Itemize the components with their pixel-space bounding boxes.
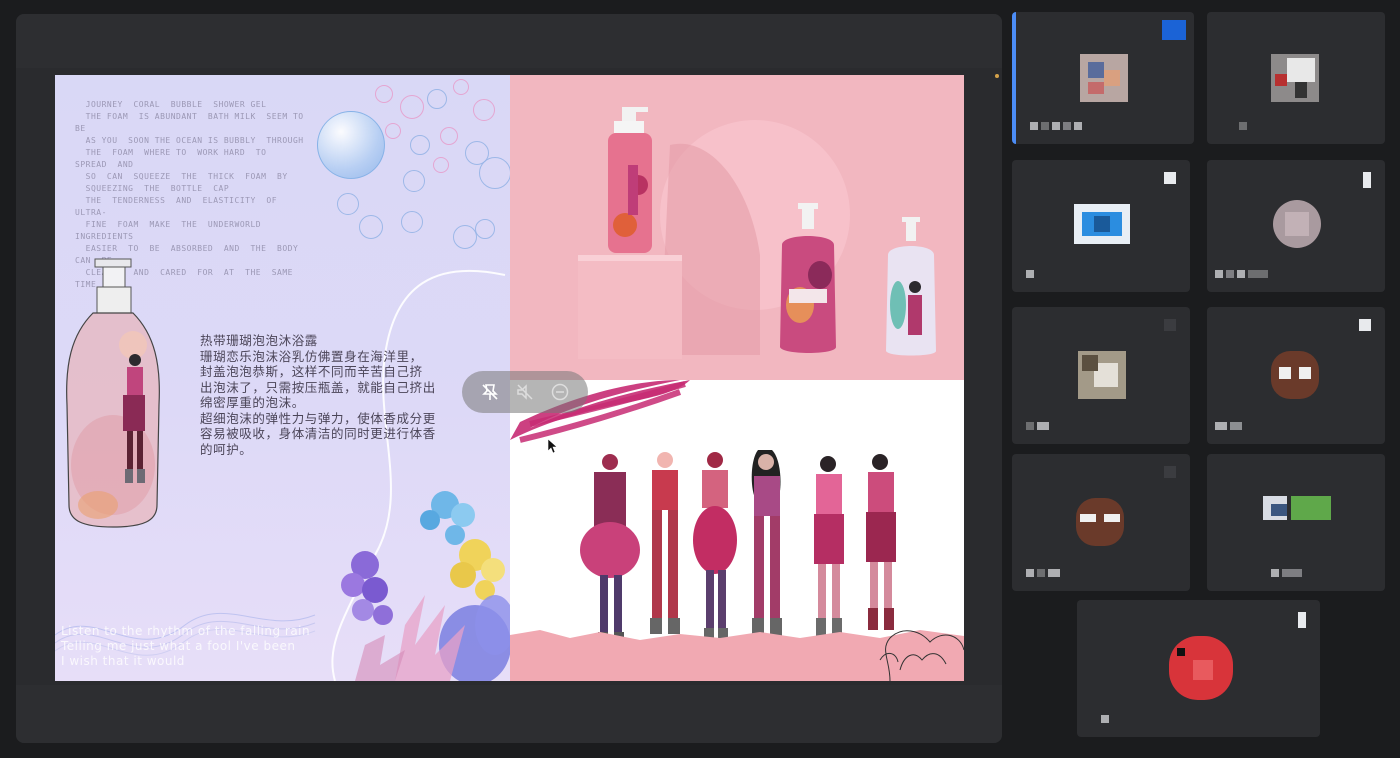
avatar	[1165, 632, 1237, 704]
unpin-button[interactable]	[478, 380, 502, 404]
bubble	[475, 219, 495, 239]
bottle-illustration	[66, 258, 160, 528]
mic-muted-icon	[1359, 319, 1371, 331]
bubble	[433, 157, 449, 173]
participant-name	[1026, 270, 1034, 278]
bubble	[453, 225, 477, 249]
coral-illustration	[341, 491, 510, 681]
bubble	[427, 89, 447, 109]
mic-muted-icon	[1298, 612, 1306, 628]
participant-tile[interactable]	[1012, 160, 1190, 292]
bubble	[479, 157, 510, 189]
bubble	[337, 193, 359, 215]
participant-name	[1215, 422, 1242, 430]
shared-slide: JOURNEY CORAL BUBBLE SHOWER GEL THE FOAM…	[55, 75, 964, 681]
mute-button[interactable]	[513, 380, 537, 404]
stage-indicator-dot	[995, 74, 999, 78]
participant-name	[1101, 715, 1109, 723]
remove-icon	[552, 383, 569, 401]
mic-muted-icon	[1164, 466, 1176, 478]
participant-name	[1271, 569, 1302, 577]
tile-hover-toolbar	[462, 371, 588, 413]
bubble	[410, 135, 430, 155]
chinese-description: 热带珊瑚泡泡沐浴露 珊瑚恋乐泡沫浴乳仿佛置身在海洋里， 封盖泡泡恭斯，这样不同而…	[200, 333, 436, 457]
avatar	[1074, 196, 1130, 252]
participant-name	[1239, 122, 1247, 130]
mute-icon	[517, 384, 533, 400]
avatar	[1269, 196, 1325, 252]
bubble	[359, 215, 383, 239]
participant-name	[1026, 422, 1049, 430]
slide-left-panel: JOURNEY CORAL BUBBLE SHOWER GEL THE FOAM…	[55, 75, 510, 681]
bubble	[440, 127, 458, 145]
bubble	[385, 123, 401, 139]
caption-overlay: Listen to the rhythm of the falling rain…	[61, 624, 311, 668]
avatar	[1267, 347, 1323, 403]
fashion-illustrations	[510, 380, 964, 681]
pin-indicator-icon	[1162, 20, 1186, 40]
participant-name	[1030, 122, 1082, 130]
bubble-large	[317, 111, 385, 179]
bubble	[401, 211, 423, 233]
mic-muted-icon	[1164, 319, 1176, 331]
bubble	[400, 95, 424, 119]
avatar	[1267, 50, 1323, 106]
slide-fashion-figures	[510, 380, 964, 681]
participant-tile[interactable]	[1012, 307, 1190, 444]
participant-tile[interactable]	[1077, 600, 1320, 737]
participant-name	[1215, 270, 1268, 278]
participant-tile[interactable]	[1012, 12, 1194, 144]
participant-tile[interactable]	[1207, 454, 1385, 591]
mic-muted-icon	[1363, 172, 1371, 188]
bubble	[473, 99, 495, 121]
participant-tile[interactable]	[1207, 307, 1385, 444]
presentation-stage: JOURNEY CORAL BUBBLE SHOWER GEL THE FOAM…	[16, 14, 1002, 743]
mouse-cursor-icon	[548, 439, 558, 453]
stage-top-bar	[16, 14, 1002, 68]
bottle-label	[789, 289, 827, 303]
avatar	[1072, 494, 1128, 550]
bubble	[375, 85, 393, 103]
slide-product-photo	[510, 75, 964, 380]
remove-button[interactable]	[548, 380, 572, 404]
bubble	[453, 79, 469, 95]
participant-tile[interactable]	[1012, 454, 1190, 591]
avatar	[1263, 488, 1333, 544]
unpin-icon	[481, 384, 498, 400]
mic-muted-icon	[1164, 172, 1176, 184]
product-scene	[578, 107, 936, 359]
stage-bottom-bar	[16, 685, 1002, 743]
participant-tile[interactable]	[1207, 12, 1385, 144]
avatar	[1074, 347, 1130, 403]
participant-tile[interactable]	[1207, 160, 1385, 292]
bubble	[403, 170, 425, 192]
participant-name	[1026, 569, 1060, 577]
avatar	[1076, 50, 1132, 106]
